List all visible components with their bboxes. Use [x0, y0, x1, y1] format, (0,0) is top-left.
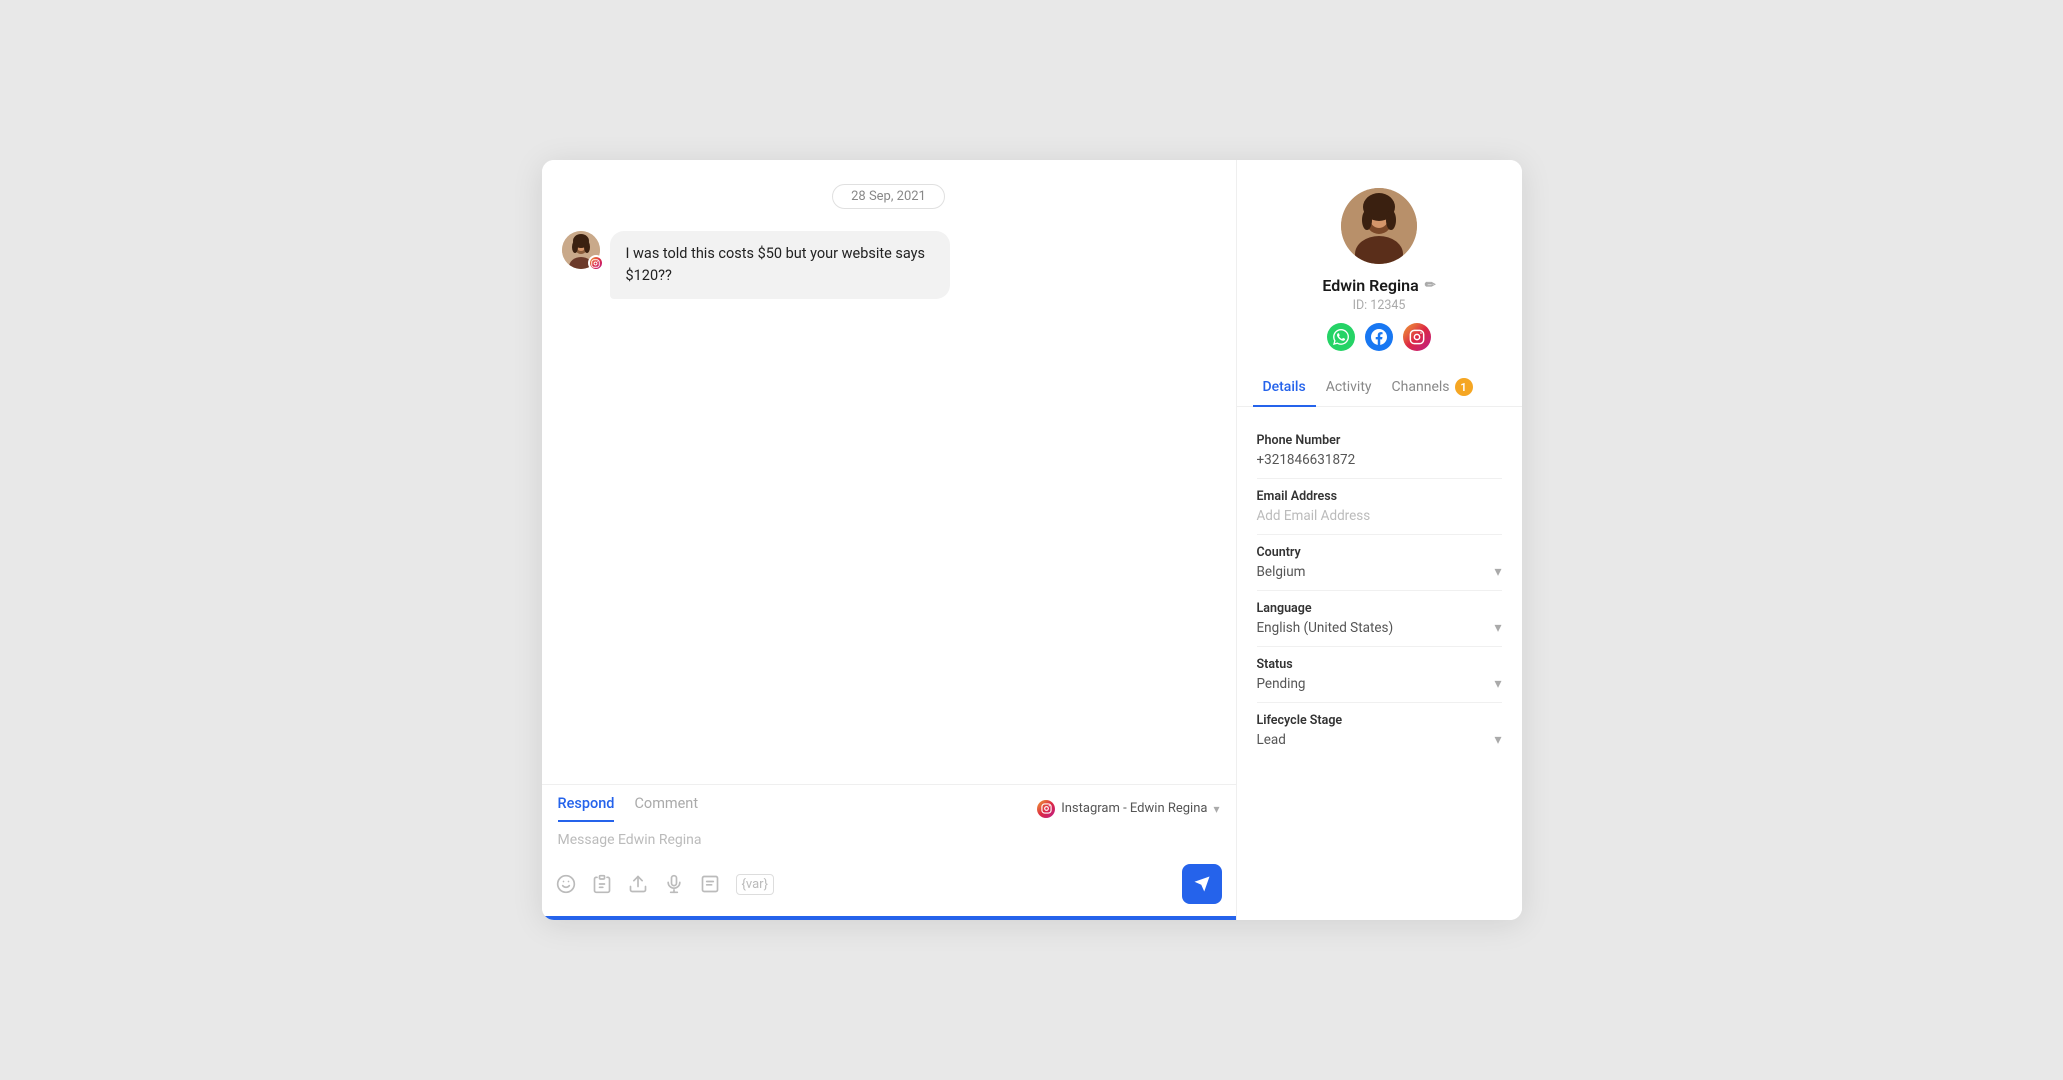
instagram-badge: [588, 255, 604, 271]
status-chevron-icon: ▾: [1494, 676, 1501, 692]
composer-tab-group: Respond Comment: [558, 795, 699, 822]
edit-icon[interactable]: ✏: [1425, 278, 1436, 293]
toolbar-icons: {var}: [556, 874, 774, 895]
contact-header: Edwin Regina ✏ ID: 12345: [1237, 160, 1522, 369]
phone-label: Phone Number: [1257, 433, 1502, 448]
tab-respond[interactable]: Respond: [558, 795, 615, 822]
instagram-contact-icon[interactable]: [1403, 323, 1431, 351]
chat-messages: 28 Sep, 2021: [542, 160, 1236, 784]
upload-icon[interactable]: [628, 874, 648, 894]
channel-label: Instagram - Edwin Regina: [1061, 801, 1207, 816]
contact-panel: Edwin Regina ✏ ID: 12345: [1237, 160, 1522, 920]
lifecycle-label: Lifecycle Stage: [1257, 713, 1502, 728]
field-phone: Phone Number +321846631872: [1257, 423, 1502, 479]
field-email: Email Address Add Email Address: [1257, 479, 1502, 535]
channels-badge: 1: [1455, 378, 1473, 396]
tab-comment[interactable]: Comment: [634, 795, 698, 822]
contact-id: ID: 12345: [1353, 298, 1406, 313]
phone-value[interactable]: +321846631872: [1257, 452, 1502, 468]
country-value: Belgium: [1257, 564, 1306, 580]
field-language: Language English (United States) ▾: [1257, 591, 1502, 647]
contact-tabs: Details Activity Channels 1: [1237, 369, 1522, 407]
language-label: Language: [1257, 601, 1502, 616]
tab-details[interactable]: Details: [1253, 369, 1316, 407]
language-value: English (United States): [1257, 620, 1394, 636]
channel-selector[interactable]: Instagram - Edwin Regina ▾: [1037, 800, 1219, 818]
contact-name-row: Edwin Regina ✏: [1322, 276, 1435, 295]
email-label: Email Address: [1257, 489, 1502, 504]
instagram-channel-icon: [1037, 800, 1055, 818]
chat-composer: Respond Comment Instagram - Edwin Regina…: [542, 784, 1236, 920]
facebook-icon[interactable]: [1365, 323, 1393, 351]
composer-toolbar: {var}: [542, 858, 1236, 916]
tab-channels[interactable]: Channels 1: [1382, 369, 1483, 407]
contact-social-icons: [1327, 323, 1431, 351]
contact-avatar-large: [1341, 188, 1417, 264]
composer-bottom-bar: [542, 916, 1236, 920]
language-chevron-icon: ▾: [1494, 620, 1501, 636]
status-select[interactable]: Pending ▾: [1257, 676, 1502, 692]
composer-tabs: Respond Comment Instagram - Edwin Regina…: [542, 785, 1236, 822]
message-row: I was told this costs $50 but your websi…: [562, 231, 1216, 299]
status-label: Status: [1257, 657, 1502, 672]
lifecycle-value: Lead: [1257, 732, 1286, 748]
main-container: 28 Sep, 2021: [542, 160, 1522, 920]
send-button[interactable]: [1182, 864, 1222, 904]
channel-chevron-icon: ▾: [1213, 802, 1219, 816]
field-status: Status Pending ▾: [1257, 647, 1502, 703]
whatsapp-icon[interactable]: [1327, 323, 1355, 351]
contact-name: Edwin Regina: [1322, 276, 1418, 295]
language-select[interactable]: English (United States) ▾: [1257, 620, 1502, 636]
chat-panel: 28 Sep, 2021: [542, 160, 1237, 920]
date-badge: 28 Sep, 2021: [832, 184, 945, 209]
lifecycle-select[interactable]: Lead ▾: [1257, 732, 1502, 748]
email-value[interactable]: Add Email Address: [1257, 508, 1502, 524]
field-lifecycle: Lifecycle Stage Lead ▾: [1257, 703, 1502, 758]
country-select[interactable]: Belgium ▾: [1257, 564, 1502, 580]
contact-avatar-small: [562, 231, 600, 269]
status-value: Pending: [1257, 676, 1306, 692]
country-chevron-icon: ▾: [1494, 564, 1501, 580]
clipboard-icon[interactable]: [592, 874, 612, 894]
microphone-icon[interactable]: [664, 874, 684, 894]
field-country: Country Belgium ▾: [1257, 535, 1502, 591]
note-icon[interactable]: [700, 874, 720, 894]
emoji-icon[interactable]: [556, 874, 576, 894]
composer-input-placeholder[interactable]: Message Edwin Regina: [542, 822, 1236, 858]
tab-activity[interactable]: Activity: [1316, 369, 1382, 407]
lifecycle-chevron-icon: ▾: [1494, 732, 1501, 748]
contact-details: Phone Number +321846631872 Email Address…: [1237, 407, 1522, 774]
country-label: Country: [1257, 545, 1502, 560]
variable-icon[interactable]: {var}: [736, 874, 774, 895]
message-bubble: I was told this costs $50 but your websi…: [610, 231, 950, 299]
